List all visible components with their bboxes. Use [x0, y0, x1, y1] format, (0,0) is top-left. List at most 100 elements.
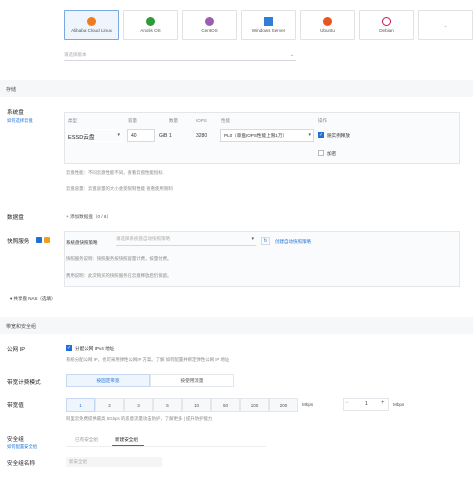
chevron-down-icon: ▾	[308, 132, 311, 138]
os-tab-label: CentOS	[201, 28, 218, 33]
os-tab-label: Anolis OS	[140, 28, 161, 33]
performance-select[interactable]: PL0（单盘IOPS性能上限1万） ▾	[220, 129, 314, 142]
windows-icon	[264, 17, 273, 26]
storage-section-header: 存储	[0, 80, 473, 97]
os-tab-centos[interactable]: CentOS	[182, 10, 237, 40]
snapshot-note: 快照服务说明：快照服务按快照容量计费，按量付费。	[66, 256, 172, 261]
disk-iops: 3280	[196, 133, 208, 139]
disk-type-select[interactable]: ESSD云盘 ▾	[66, 129, 122, 142]
os-tab-label: Windows Server	[251, 28, 286, 33]
public-ip-note: 系统分配公网 IP，也可采用弹性公网IP 方案。了解 如何配置并绑定弹性公网 I…	[66, 357, 230, 362]
tab-existing-security-group[interactable]: 已有安全组	[75, 437, 98, 443]
os-tab-label: Ubuntu	[320, 28, 335, 33]
section-title: 带宽和安全组	[6, 324, 37, 330]
chevron-down-icon: ▾	[117, 132, 120, 138]
new-badge-icon	[44, 237, 50, 243]
billing-mode-label: 带宽计费模式	[7, 380, 41, 386]
tab-divider	[66, 446, 266, 447]
security-group-name-label: 安全组名称	[7, 461, 35, 467]
bandwidth-unit: Mbps	[302, 402, 314, 407]
bandwidth-option[interactable]: 10	[182, 398, 211, 412]
os-tab-label: Debian	[379, 28, 394, 33]
create-snapshot-policy-link[interactable]: 创建自动快照策略	[275, 239, 311, 245]
assign-public-ip-label: 分配公网 IPv4 地址	[75, 346, 115, 351]
security-group-help-link[interactable]: 如何配置安全组	[7, 444, 37, 450]
disk-type-value: ESSD云盘	[68, 135, 95, 141]
bandwidth-option[interactable]: 100	[240, 398, 269, 412]
anolis-icon	[146, 17, 155, 26]
tab-new-security-group[interactable]: 新建安全组	[115, 437, 138, 443]
bandwidth-option[interactable]: 200	[269, 398, 298, 412]
bandwidth-label: 带宽值	[7, 403, 24, 409]
release-with-instance-checkbox[interactable]: ✓	[318, 132, 324, 138]
snapshot-policy-label: 系统盘快照策略	[66, 240, 98, 245]
shared-nas-toggle[interactable]: ▾ 共享盘 NAS（选填）	[10, 296, 56, 302]
bandwidth-option[interactable]: 5	[153, 398, 182, 412]
bandwidth-value: 1	[79, 402, 82, 408]
os-tab-ubuntu[interactable]: Ubuntu	[300, 10, 355, 40]
snapshot-label: 快照服务	[7, 239, 30, 245]
bandwidth-value: 5	[166, 402, 169, 408]
col-header-capacity: 容量	[128, 118, 137, 123]
disk-performance-note: 云盘性能：不同云盘性能不同，查看云盘性能指标	[66, 170, 163, 175]
billing-option-label: 按使用流量	[180, 377, 204, 383]
stepper-unit: Mbps	[393, 402, 405, 407]
os-tab-more[interactable]: ⌄	[418, 10, 473, 40]
refresh-icon[interactable]: ↻	[261, 237, 270, 245]
bandwidth-option[interactable]: 3	[124, 398, 153, 412]
how-to-choose-disk-link[interactable]: 如何选择云盘	[7, 118, 33, 124]
add-data-disk-button[interactable]: + 添加数据盘（0 / 6）	[66, 214, 111, 220]
ubuntu-icon	[323, 17, 332, 26]
security-group-name-placeholder: 新安全组	[69, 459, 87, 464]
snapshot-policy-select[interactable]: 请选择系统盘自动快照策略 ▾	[116, 236, 256, 246]
info-icon	[36, 237, 42, 243]
public-ip-label: 公网 IP	[7, 347, 26, 353]
performance-value: PL0（单盘IOPS性能上限1万）	[224, 133, 288, 138]
debian-icon	[382, 17, 391, 26]
bandwidth-option[interactable]: 2	[95, 398, 124, 412]
chevron-down-icon: ▾	[251, 236, 254, 242]
col-header-count: 数量	[169, 118, 178, 123]
bandwidth-value: 2	[108, 402, 111, 408]
encrypt-label: 加密	[327, 151, 337, 156]
version-select-placeholder: 请选择版本	[64, 52, 87, 57]
encrypt-checkbox[interactable]	[318, 150, 324, 156]
security-group-label: 安全组	[7, 437, 24, 443]
os-tab-row: Alibaba Cloud Linux Anolis OS CentOS Win…	[64, 10, 473, 40]
chevron-down-icon: ⌄	[289, 52, 294, 58]
snapshot-fee-note: 费用说明：此次购买的快照服务在云盘释放后仍保留。	[66, 273, 172, 278]
bandwidth-value: 200	[279, 402, 288, 408]
minus-icon[interactable]: −	[345, 400, 349, 406]
col-header-performance: 性能	[221, 118, 230, 123]
data-disk-label: 数据盘	[7, 215, 24, 221]
bandwidth-option[interactable]: 1	[66, 398, 95, 412]
os-tab-anolis[interactable]: Anolis OS	[123, 10, 178, 40]
bandwidth-option[interactable]: 50	[211, 398, 240, 412]
os-tab-label: Alibaba Cloud Linux	[71, 28, 112, 33]
os-tab-windows[interactable]: Windows Server	[241, 10, 296, 40]
bandwidth-value: 50	[222, 402, 228, 408]
capacity-input[interactable]: 40	[127, 129, 155, 142]
section-title: 存储	[6, 87, 17, 93]
billing-by-traffic[interactable]: 按使用流量	[150, 374, 234, 387]
os-tab-debian[interactable]: Debian	[359, 10, 414, 40]
capacity-value: 40	[131, 133, 137, 139]
network-section-header: 带宽和安全组	[0, 317, 473, 334]
shared-nas-label: 共享盘 NAS（选填）	[13, 296, 56, 301]
capacity-unit: GiB	[159, 133, 168, 139]
billing-fixed-bandwidth[interactable]: 按固定带宽	[66, 374, 150, 387]
release-label: 随实例释放	[327, 133, 350, 138]
stepper-value[interactable]: 1	[365, 401, 368, 407]
col-header-action: 操作	[318, 118, 327, 123]
os-tab-alibaba[interactable]: Alibaba Cloud Linux	[64, 10, 119, 40]
security-group-name-input[interactable]: 新安全组	[66, 457, 162, 467]
centos-icon	[205, 17, 214, 26]
version-select[interactable]: 请选择版本 ⌄	[64, 52, 296, 61]
col-header-iops: IOPS	[196, 118, 207, 123]
add-data-disk-label: 添加数据盘（0 / 6）	[69, 214, 112, 219]
assign-public-ip-checkbox[interactable]: ✓	[66, 345, 72, 351]
plus-icon[interactable]: +	[381, 400, 385, 406]
bandwidth-value: 100	[250, 402, 259, 408]
chevron-down-icon: ⌄	[443, 22, 448, 28]
bandwidth-value: 10	[193, 402, 199, 408]
